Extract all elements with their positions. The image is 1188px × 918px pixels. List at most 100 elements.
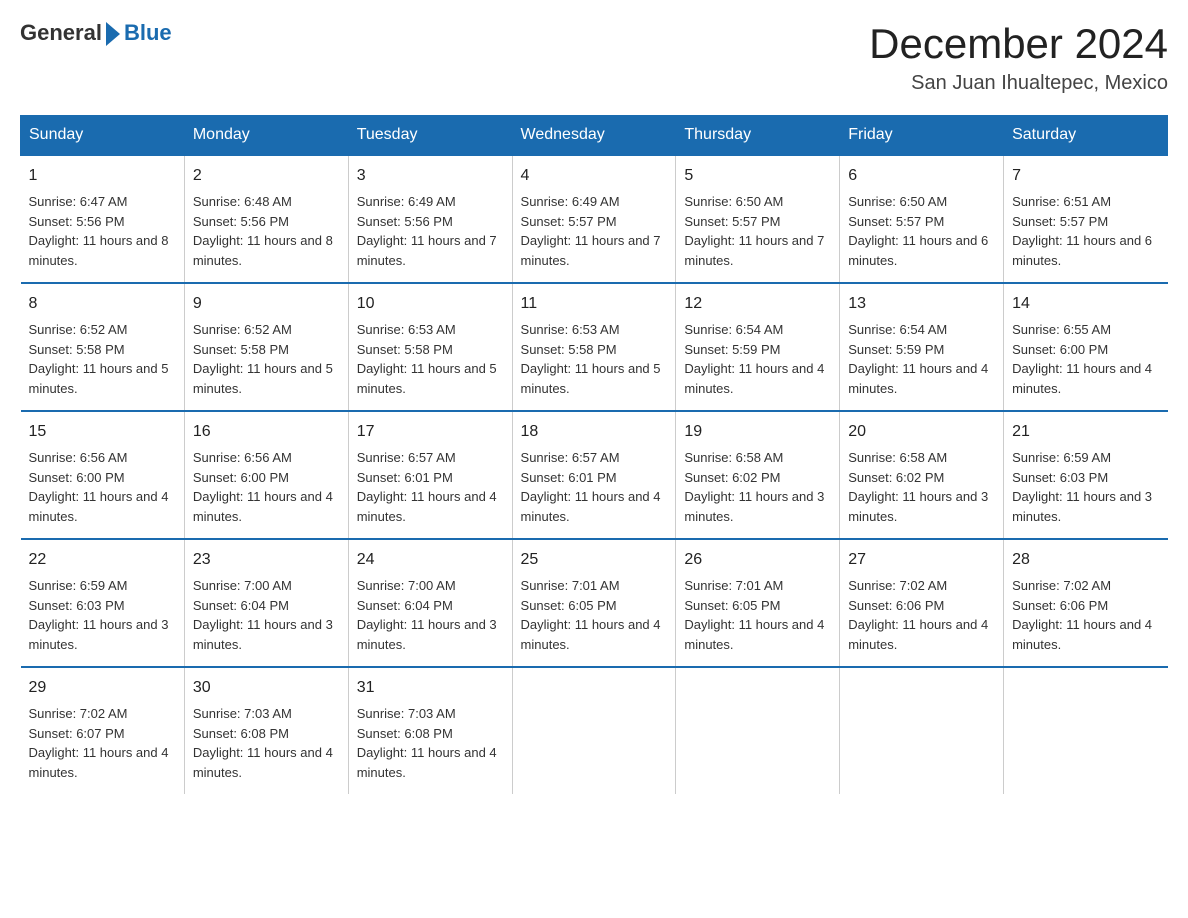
calendar-cell: 7 Sunrise: 6:51 AMSunset: 5:57 PMDaylight… [1004,155,1168,283]
calendar-cell [676,667,840,794]
day-number: 18 [521,420,668,444]
calendar-cell: 5 Sunrise: 6:50 AMSunset: 5:57 PMDaylight… [676,155,840,283]
calendar-cell: 10Sunrise: 6:53 AMSunset: 5:58 PMDayligh… [348,283,512,411]
day-number: 22 [29,548,176,572]
day-number: 12 [684,292,831,316]
logo: General Blue [20,20,172,46]
calendar-cell: 27 Sunrise: 7:02 AMSunset: 6:06 PMDayligh… [840,539,1004,667]
calendar-cell: 4 Sunrise: 6:49 AMSunset: 5:57 PMDaylight… [512,155,676,283]
calendar-week-row: 8 Sunrise: 6:52 AMSunset: 5:58 PMDaylight… [21,283,1168,411]
calendar-body: 1Sunrise: 6:47 AMSunset: 5:56 PMDaylight… [21,155,1168,794]
calendar-cell: 29 Sunrise: 7:02 AMSunset: 6:07 PMDayligh… [21,667,185,794]
day-info: Sunrise: 6:53 AMSunset: 5:58 PMDaylight:… [357,320,504,398]
calendar-week-row: 22 Sunrise: 6:59 AMSunset: 6:03 PMDayligh… [21,539,1168,667]
day-info: Sunrise: 7:02 AMSunset: 6:07 PMDaylight:… [29,704,176,782]
day-number: 17 [357,420,504,444]
calendar-title: December 2024 [869,20,1168,68]
day-number: 9 [193,292,340,316]
day-info: Sunrise: 6:58 AMSunset: 6:02 PMDaylight:… [848,448,995,526]
day-info: Sunrise: 6:50 AMSunset: 5:57 PMDaylight:… [684,192,831,270]
day-info: Sunrise: 7:01 AMSunset: 6:05 PMDaylight:… [684,576,831,654]
day-info: Sunrise: 7:03 AMSunset: 6:08 PMDaylight:… [193,704,340,782]
calendar-cell: 23 Sunrise: 7:00 AMSunset: 6:04 PMDayligh… [184,539,348,667]
day-info: Sunrise: 6:53 AMSunset: 5:58 PMDaylight:… [521,320,668,398]
header-right: December 2024 San Juan Ihualtepec, Mexic… [869,20,1168,95]
day-number: 6 [848,164,995,188]
day-info: Sunrise: 7:02 AMSunset: 6:06 PMDaylight:… [848,576,995,654]
calendar-cell: 25 Sunrise: 7:01 AMSunset: 6:05 PMDayligh… [512,539,676,667]
weekday-header-thursday: Thursday [676,116,840,156]
calendar-cell: 9 Sunrise: 6:52 AMSunset: 5:58 PMDaylight… [184,283,348,411]
day-number: 2 [193,164,340,188]
day-number: 3 [357,164,504,188]
day-info: Sunrise: 6:56 AMSunset: 6:00 PMDaylight:… [193,448,340,526]
calendar-cell: 8 Sunrise: 6:52 AMSunset: 5:58 PMDaylight… [21,283,185,411]
weekday-header-tuesday: Tuesday [348,116,512,156]
calendar-cell: 14 Sunrise: 6:55 AMSunset: 6:00 PMDayligh… [1004,283,1168,411]
day-info: Sunrise: 6:49 AMSunset: 5:57 PMDaylight:… [521,192,668,270]
day-info: Sunrise: 6:59 AMSunset: 6:03 PMDaylight:… [29,576,176,654]
calendar-week-row: 1Sunrise: 6:47 AMSunset: 5:56 PMDaylight… [21,155,1168,283]
day-info: Sunrise: 6:50 AMSunset: 5:57 PMDaylight:… [848,192,995,270]
day-info: Sunrise: 6:51 AMSunset: 5:57 PMDaylight:… [1012,192,1159,270]
calendar-cell [840,667,1004,794]
calendar-cell: 24Sunrise: 7:00 AMSunset: 6:04 PMDayligh… [348,539,512,667]
day-info: Sunrise: 7:02 AMSunset: 6:06 PMDaylight:… [1012,576,1159,654]
calendar-cell: 16 Sunrise: 6:56 AMSunset: 6:00 PMDayligh… [184,411,348,539]
day-info: Sunrise: 6:52 AMSunset: 5:58 PMDaylight:… [193,320,340,398]
day-info: Sunrise: 6:59 AMSunset: 6:03 PMDaylight:… [1012,448,1159,526]
day-number: 23 [193,548,340,572]
calendar-cell: 31 Sunrise: 7:03 AMSunset: 6:08 PMDayligh… [348,667,512,794]
logo-text-blue: Blue [124,20,172,46]
calendar-cell: 13 Sunrise: 6:54 AMSunset: 5:59 PMDayligh… [840,283,1004,411]
day-info: Sunrise: 6:55 AMSunset: 6:00 PMDaylight:… [1012,320,1159,398]
calendar-cell: 28Sunrise: 7:02 AMSunset: 6:06 PMDayligh… [1004,539,1168,667]
day-number: 4 [521,164,668,188]
day-info: Sunrise: 6:52 AMSunset: 5:58 PMDaylight:… [29,320,176,398]
day-number: 14 [1012,292,1159,316]
calendar-week-row: 29 Sunrise: 7:02 AMSunset: 6:07 PMDayligh… [21,667,1168,794]
day-info: Sunrise: 6:57 AMSunset: 6:01 PMDaylight:… [521,448,668,526]
calendar-cell: 21 Sunrise: 6:59 AMSunset: 6:03 PMDayligh… [1004,411,1168,539]
day-number: 13 [848,292,995,316]
weekday-header-friday: Friday [840,116,1004,156]
day-info: Sunrise: 7:00 AMSunset: 6:04 PMDaylight:… [193,576,340,654]
calendar-cell: 15Sunrise: 6:56 AMSunset: 6:00 PMDayligh… [21,411,185,539]
day-number: 15 [29,420,176,444]
calendar-cell: 3Sunrise: 6:49 AMSunset: 5:56 PMDaylight… [348,155,512,283]
day-number: 19 [684,420,831,444]
calendar-cell: 2Sunrise: 6:48 AMSunset: 5:56 PMDaylight… [184,155,348,283]
logo-text-general: General [20,20,102,46]
day-number: 5 [684,164,831,188]
day-number: 25 [521,548,668,572]
calendar-cell [1004,667,1168,794]
weekday-header-wednesday: Wednesday [512,116,676,156]
day-number: 31 [357,676,504,700]
day-number: 8 [29,292,176,316]
weekday-header-saturday: Saturday [1004,116,1168,156]
calendar-cell [512,667,676,794]
calendar-cell: 12Sunrise: 6:54 AMSunset: 5:59 PMDayligh… [676,283,840,411]
logo-arrow-icon [106,22,120,46]
day-number: 21 [1012,420,1159,444]
calendar-cell: 6 Sunrise: 6:50 AMSunset: 5:57 PMDaylight… [840,155,1004,283]
weekday-header-monday: Monday [184,116,348,156]
calendar-cell: 19Sunrise: 6:58 AMSunset: 6:02 PMDayligh… [676,411,840,539]
calendar-cell: 30 Sunrise: 7:03 AMSunset: 6:08 PMDayligh… [184,667,348,794]
day-number: 20 [848,420,995,444]
day-number: 27 [848,548,995,572]
day-info: Sunrise: 6:54 AMSunset: 5:59 PMDaylight:… [848,320,995,398]
day-number: 7 [1012,164,1159,188]
day-number: 29 [29,676,176,700]
calendar-week-row: 15 Sunrise: 6:56 AMSunset: 6:00 PMDayligh… [21,411,1168,539]
calendar-table: SundayMondayTuesdayWednesdayThursdayFrid… [20,115,1168,794]
calendar-subtitle: San Juan Ihualtepec, Mexico [869,72,1168,95]
day-number: 16 [193,420,340,444]
calendar-header: SundayMondayTuesdayWednesdayThursdayFrid… [21,116,1168,156]
day-number: 30 [193,676,340,700]
calendar-cell: 17Sunrise: 6:57 AMSunset: 6:01 PMDayligh… [348,411,512,539]
weekday-row: SundayMondayTuesdayWednesdayThursdayFrid… [21,116,1168,156]
day-info: Sunrise: 7:03 AMSunset: 6:08 PMDaylight:… [357,704,504,782]
weekday-header-sunday: Sunday [21,116,185,156]
day-info: Sunrise: 7:01 AMSunset: 6:05 PMDaylight:… [521,576,668,654]
